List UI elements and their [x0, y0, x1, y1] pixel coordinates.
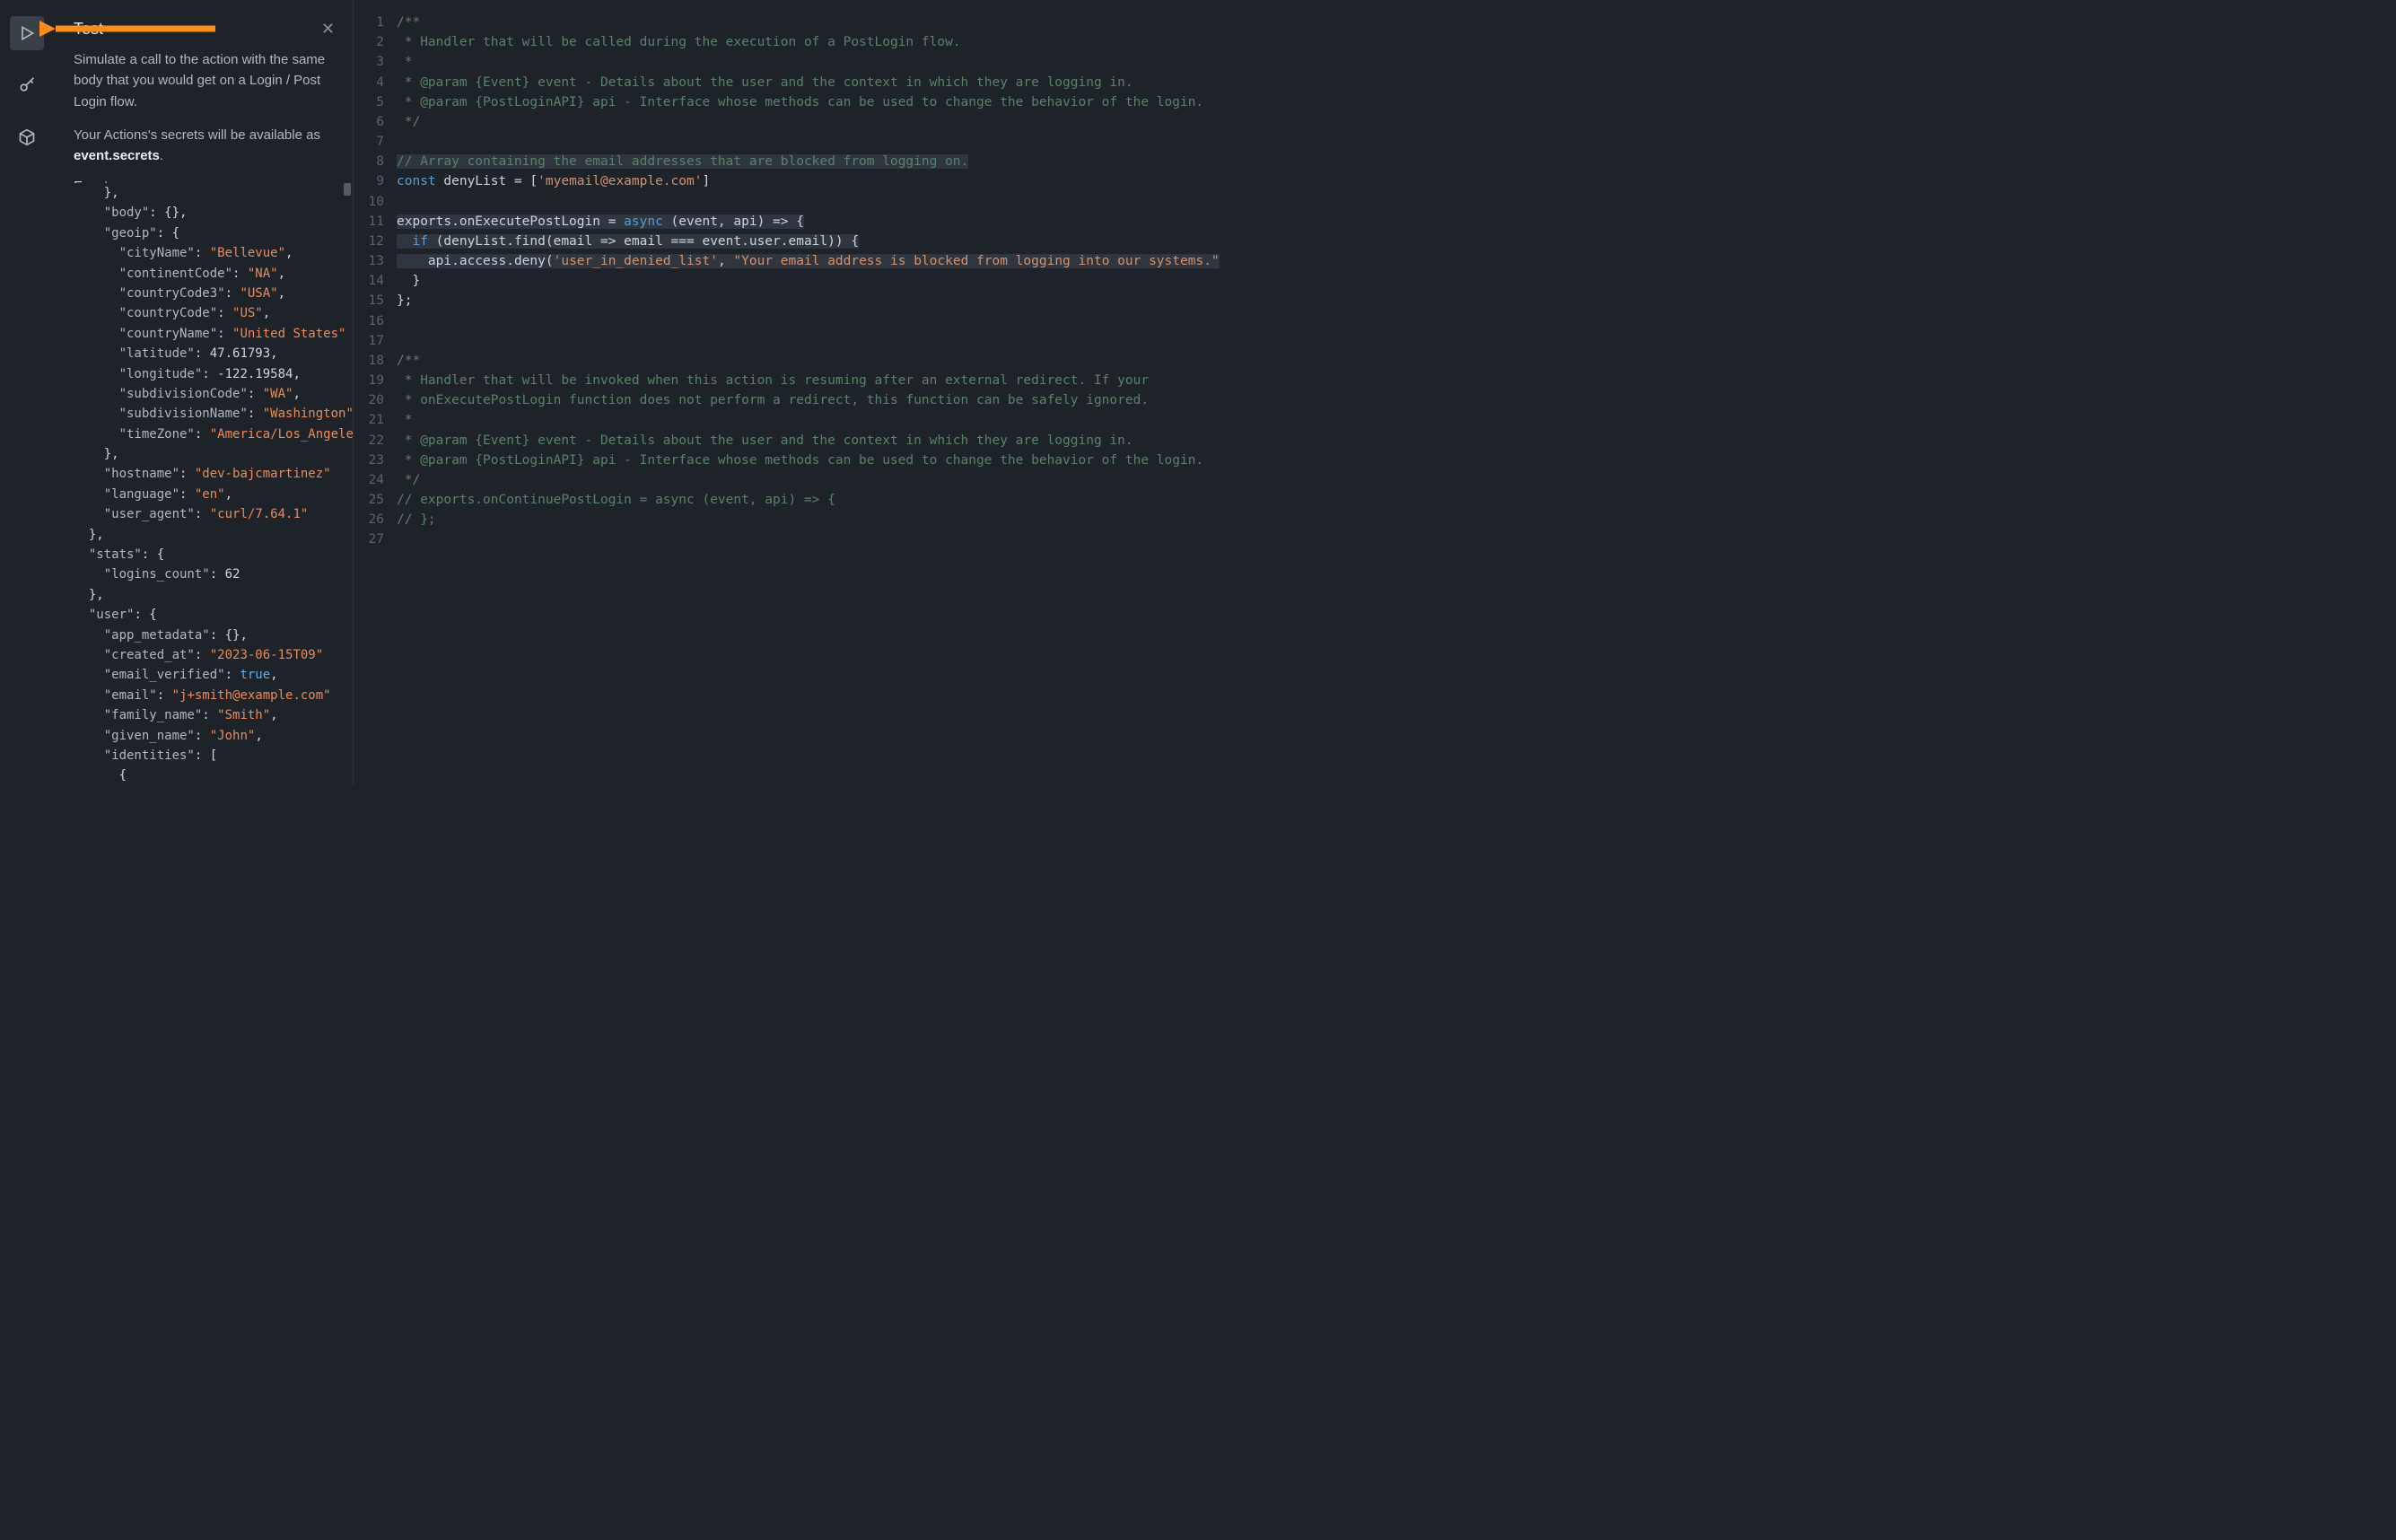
code-editor[interactable]: 1234567891011121314151617181920212223242…: [354, 0, 1220, 786]
code-content[interactable]: /** * Handler that will be called during…: [397, 13, 1220, 786]
package-icon: [18, 128, 36, 146]
modules-button[interactable]: [10, 120, 44, 154]
play-icon: [18, 24, 36, 42]
test-run-button[interactable]: [10, 16, 44, 50]
event-json-editor[interactable]: }, "body": {}, "geoip": { "cityName": "B…: [74, 183, 353, 786]
line-gutter: 1234567891011121314151617181920212223242…: [354, 13, 397, 786]
scrollbar-thumb[interactable]: [344, 183, 351, 196]
test-panel-desc-1: Simulate a call to the action with the s…: [74, 49, 335, 112]
test-panel: Test ✕ Simulate a call to the action wit…: [54, 0, 354, 786]
secrets-button[interactable]: [10, 68, 44, 102]
close-icon[interactable]: ✕: [321, 20, 335, 39]
key-icon: [18, 76, 36, 94]
test-panel-desc-2: Your Actions's secrets will be available…: [74, 125, 335, 167]
test-panel-title: Test: [74, 20, 103, 39]
sidebar-icon-rail: [0, 0, 54, 786]
